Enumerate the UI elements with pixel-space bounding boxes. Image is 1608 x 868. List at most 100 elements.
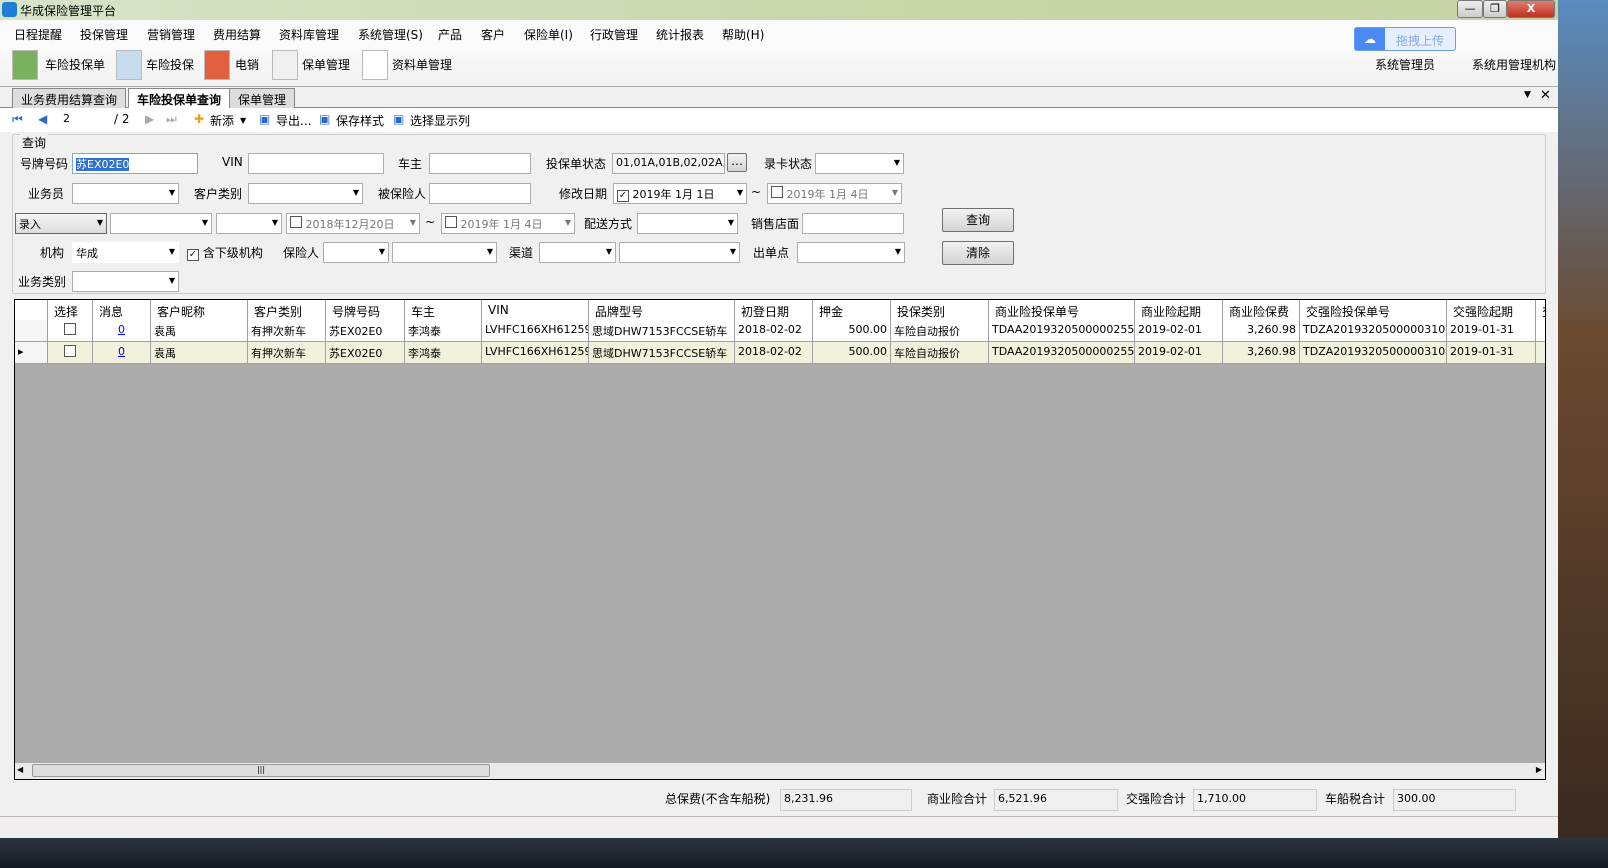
add-button[interactable]: 新添 xyxy=(210,112,234,129)
menu-item-2[interactable]: 营销管理 xyxy=(147,26,195,43)
grid-cell: 500.00 xyxy=(813,342,891,364)
restore-button[interactable]: ❐ xyxy=(1483,0,1507,18)
toolbar-button-4[interactable]: 资料单管理 xyxy=(392,56,452,73)
date-from[interactable]: 2018年12月20日 xyxy=(286,213,420,234)
menu-item-1[interactable]: 投保管理 xyxy=(80,26,128,43)
scroll-right-icon[interactable]: ▶ xyxy=(1536,765,1542,774)
commercial-total-value: 6,521.96 xyxy=(994,789,1118,811)
business-type-select[interactable] xyxy=(72,271,179,292)
menu-item-7[interactable]: 客户 xyxy=(481,26,505,43)
vin-input[interactable] xyxy=(248,153,384,174)
tab-vehicle-proposal-query[interactable]: 车险投保单查询 xyxy=(128,88,231,108)
horizontal-scrollbar[interactable]: ◀ ||| ▶ xyxy=(15,763,1545,779)
outlet-select[interactable] xyxy=(797,242,905,263)
modify-to-checkbox[interactable] xyxy=(771,186,783,198)
row-selector[interactable] xyxy=(15,320,48,342)
grid-cell xyxy=(1536,342,1545,364)
menu-item-6[interactable]: 产品 xyxy=(438,26,462,43)
owner-input[interactable] xyxy=(429,153,531,174)
tab-fee-settlement-query[interactable]: 业务费用结算查询 xyxy=(12,88,127,108)
filter-select-2[interactable] xyxy=(216,213,282,234)
modify-date-to[interactable]: 2019年 1月 4日 xyxy=(767,183,902,204)
date-to[interactable]: 2019年 1月 4日 xyxy=(441,213,575,234)
results-grid[interactable]: 选择 消息 客户昵称 客户类别 号牌号码 车主 VIN 品牌型号 初登日期 押金 投保类别 商业险投保… xyxy=(14,299,1546,780)
next-page-icon[interactable]: ▶ xyxy=(145,112,154,126)
menu-item-3[interactable]: 费用结算 xyxy=(213,26,261,43)
table-row[interactable]: ▸ 0袁禹有押次新车苏EX02E0李鸿泰LVHFC166XH6125964思域DH… xyxy=(15,342,1545,364)
export-button[interactable]: 导出... xyxy=(276,112,311,129)
row-header-corner[interactable] xyxy=(15,300,48,322)
clear-button[interactable]: 清除 xyxy=(942,241,1014,265)
plate-input[interactable]: 苏EX02E0 xyxy=(72,153,198,174)
title-bar: 华成保险管理平台 xyxy=(0,0,1558,20)
modify-to-value: 2019年 1月 4日 xyxy=(786,188,869,201)
close-tab-icon[interactable]: ✕ xyxy=(1540,88,1551,103)
first-page-icon[interactable]: ⏮ xyxy=(12,112,23,127)
column-header: 车主 xyxy=(405,300,482,322)
customer-type-select[interactable] xyxy=(248,183,363,204)
toolbar-button-0[interactable]: 车险投保单 xyxy=(45,56,105,73)
message-link[interactable]: 0 xyxy=(93,320,151,342)
menu-item-4[interactable]: 资料库管理 xyxy=(279,26,339,43)
page-input[interactable]: 2 xyxy=(60,110,108,131)
menu-item-0[interactable]: 日程提醒 xyxy=(14,26,62,43)
grid-cell: 车险自动报价 xyxy=(891,320,989,342)
desktop-background xyxy=(1558,0,1608,838)
date-to-checkbox[interactable] xyxy=(445,216,457,228)
channel-detail-select[interactable] xyxy=(619,242,740,263)
toolbar-button-3[interactable]: 保单管理 xyxy=(302,56,350,73)
column-header: 交 xyxy=(1536,300,1545,322)
select-checkbox[interactable] xyxy=(64,323,76,335)
entry-type-select[interactable]: 录入 xyxy=(15,213,107,234)
card-status-select[interactable] xyxy=(815,153,904,174)
date-from-checkbox[interactable] xyxy=(290,216,302,228)
select-columns-button[interactable]: 选择显示列 xyxy=(410,112,470,129)
grid-cell: TDAA201932050000025553 xyxy=(989,320,1135,342)
toolbar-button-2[interactable]: 电销 xyxy=(235,56,259,73)
salesman-select[interactable] xyxy=(72,183,179,204)
grid-header-row[interactable]: 选择 消息 客户昵称 客户类别 号牌号码 车主 VIN 品牌型号 初登日期 押金 投保类别 商业险投保… xyxy=(15,300,1545,322)
table-row[interactable]: 0袁禹有押次新车苏EX02E0李鸿泰LVHFC166XH6125964思域DHW… xyxy=(15,320,1545,342)
toolbar-button-1[interactable]: 车险投保 xyxy=(146,56,194,73)
tab-policy-management[interactable]: 保单管理 xyxy=(229,88,296,108)
include-sub-org-checkbox[interactable]: ✓ 含下级机构 xyxy=(187,244,263,261)
org-label: 机构 xyxy=(40,246,65,260)
org-select[interactable]: 华成 xyxy=(72,242,179,263)
status-picker-button[interactable]: … xyxy=(727,153,747,172)
last-page-icon[interactable]: ⏭ xyxy=(166,112,177,127)
export-icon: ▣ xyxy=(259,112,271,126)
menu-item-8[interactable]: 保险单(I) xyxy=(524,26,573,43)
message-link[interactable]: 0 xyxy=(93,342,151,364)
modify-date-from[interactable]: ✓ 2019年 1月 1日 xyxy=(613,183,747,204)
select-checkbox[interactable] xyxy=(64,345,76,357)
tab-list-dropdown-icon[interactable]: ▼ xyxy=(1524,90,1531,100)
filter-select-1[interactable] xyxy=(110,213,212,234)
upload-button[interactable]: ☁ 拖拽上传 xyxy=(1354,27,1456,51)
delivery-select[interactable] xyxy=(637,213,738,234)
insurer-select[interactable] xyxy=(323,242,389,263)
search-button[interactable]: 查询 xyxy=(942,208,1014,232)
query-legend: 查询 xyxy=(20,134,49,151)
total-premium-value: 8,231.96 xyxy=(780,789,912,811)
minimize-button[interactable]: — xyxy=(1457,0,1483,18)
menu-item-10[interactable]: 统计报表 xyxy=(656,26,704,43)
channel-select[interactable] xyxy=(539,242,616,263)
store-input[interactable] xyxy=(802,213,904,234)
scroll-left-icon[interactable]: ◀ xyxy=(17,765,23,774)
insured-input[interactable] xyxy=(429,183,531,204)
menu-item-11[interactable]: 帮助(H) xyxy=(722,26,764,43)
insurer-detail-select[interactable] xyxy=(392,242,497,263)
grid-cell: 3,260.98 xyxy=(1223,320,1300,342)
scroll-thumb[interactable]: ||| xyxy=(32,764,490,777)
close-button[interactable]: X xyxy=(1507,0,1555,18)
prev-page-icon[interactable]: ◀ xyxy=(38,112,47,126)
status-bar xyxy=(0,816,1558,838)
menu-item-9[interactable]: 行政管理 xyxy=(590,26,638,43)
save-style-button[interactable]: 保存样式 xyxy=(336,112,384,129)
include-sub-org-label: 含下级机构 xyxy=(202,246,263,260)
menu-item-5[interactable]: 系统管理(S) xyxy=(358,26,423,43)
status-input[interactable]: 01,01A,01B,02,02A,0 xyxy=(612,153,725,174)
modify-from-checkbox[interactable]: ✓ xyxy=(617,190,629,202)
add-dropdown-icon[interactable]: ▼ xyxy=(240,116,246,125)
row-selector[interactable]: ▸ xyxy=(15,342,48,364)
